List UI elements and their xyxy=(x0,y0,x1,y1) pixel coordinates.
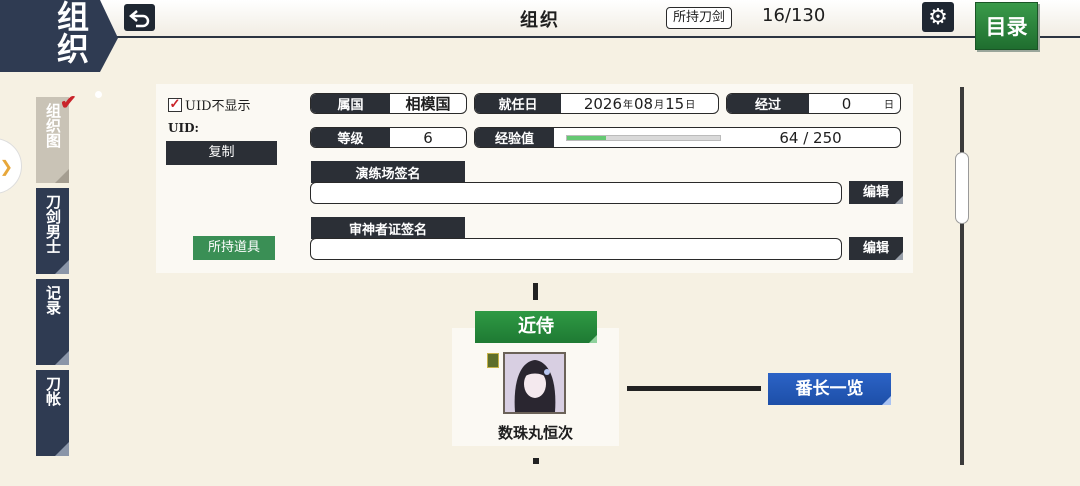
examiner-sign-field[interactable] xyxy=(310,238,842,260)
uid-hide-checkbox[interactable]: ✓ UID不显示 xyxy=(168,95,251,114)
captains-list-button[interactable]: 番长一览 xyxy=(768,373,891,405)
appointed-value: 2026 年 08 月 15 日 xyxy=(561,94,718,113)
attendant-portrait[interactable] xyxy=(503,352,566,414)
scrollbar-track[interactable] xyxy=(960,87,964,465)
tab-records[interactable]: 记录 xyxy=(36,279,69,365)
exp-field: 经验值 64 / 250 xyxy=(474,127,901,148)
appointed-date-field: 就任日 2026 年 08 月 15 日 xyxy=(474,93,719,114)
tab-sword-register[interactable]: 刀帐 xyxy=(36,370,69,456)
country-field: 属国 相模国 xyxy=(310,93,467,114)
level-value: 6 xyxy=(423,128,433,147)
elapsed-field: 经过 0 日 xyxy=(726,93,901,114)
tab-sword-boys[interactable]: 刀剑男士 xyxy=(36,188,69,274)
appointed-day: 15 xyxy=(665,94,685,113)
country-value: 相模国 xyxy=(405,95,451,113)
elapsed-label: 经过 xyxy=(727,94,809,113)
appointed-month-unit: 月 xyxy=(654,100,665,111)
gear-icon: ⚙ xyxy=(928,4,948,30)
exp-label: 经验值 xyxy=(475,128,554,147)
examiner-sign-label: 审神者证签名 xyxy=(311,217,465,239)
training-sign-label: 演练场签名 xyxy=(311,161,465,183)
level-field: 等级 6 xyxy=(310,127,467,148)
country-label: 属国 xyxy=(311,94,390,113)
corner-badge: 组织 xyxy=(0,0,118,72)
portrait-image xyxy=(505,354,564,412)
connector-line xyxy=(533,283,538,300)
uid-hide-label: UID不显示 xyxy=(185,99,251,114)
exp-value: 64 / 250 xyxy=(779,128,842,147)
appointed-day-unit: 日 xyxy=(685,100,696,111)
settings-button[interactable]: ⚙ xyxy=(922,2,954,32)
appointed-year: 2026 xyxy=(583,94,622,113)
edit-examiner-sign-button[interactable]: 编辑 xyxy=(849,237,903,260)
owned-items-button[interactable]: 所持道具 xyxy=(193,236,275,260)
back-button[interactable] xyxy=(124,4,155,31)
attendant-name: 数珠丸恒次 xyxy=(497,424,573,442)
rank-mark-icon xyxy=(487,353,499,368)
level-label: 等级 xyxy=(311,128,390,147)
elapsed-value: 0 xyxy=(841,94,852,113)
connector-line xyxy=(627,386,761,391)
exp-progress-fill xyxy=(567,136,607,140)
checkbox-icon: ✓ xyxy=(168,96,182,112)
checkmark-icon: ✔ xyxy=(60,90,77,114)
page-title: 组织 xyxy=(520,10,560,31)
scrollbar-thumb[interactable] xyxy=(955,152,969,224)
appointed-month: 08 xyxy=(634,94,654,113)
decoration-dot xyxy=(95,91,102,98)
elapsed-unit: 日 xyxy=(884,100,894,111)
uid-label: UID: xyxy=(168,121,199,135)
expand-arrow-button[interactable]: ❯ xyxy=(0,138,22,194)
connector-stub xyxy=(533,458,539,464)
exp-progress-bar xyxy=(566,135,721,141)
copy-uid-button[interactable]: 复制 xyxy=(166,141,277,165)
back-arrow-icon xyxy=(128,9,149,27)
corner-title: 组织 xyxy=(52,0,90,64)
edit-training-sign-button[interactable]: 编辑 xyxy=(849,181,903,204)
owned-swords-label: 所持刀剑 xyxy=(666,7,733,29)
training-sign-field[interactable] xyxy=(310,182,842,204)
attendant-label: 近侍 xyxy=(475,311,597,343)
chevron-right-icon: ❯ xyxy=(0,156,13,176)
appointed-year-unit: 年 xyxy=(623,100,633,111)
owned-swords-count: 16/130 xyxy=(762,5,826,26)
menu-button[interactable]: 目录 xyxy=(975,2,1038,50)
appointed-label: 就任日 xyxy=(475,94,561,113)
